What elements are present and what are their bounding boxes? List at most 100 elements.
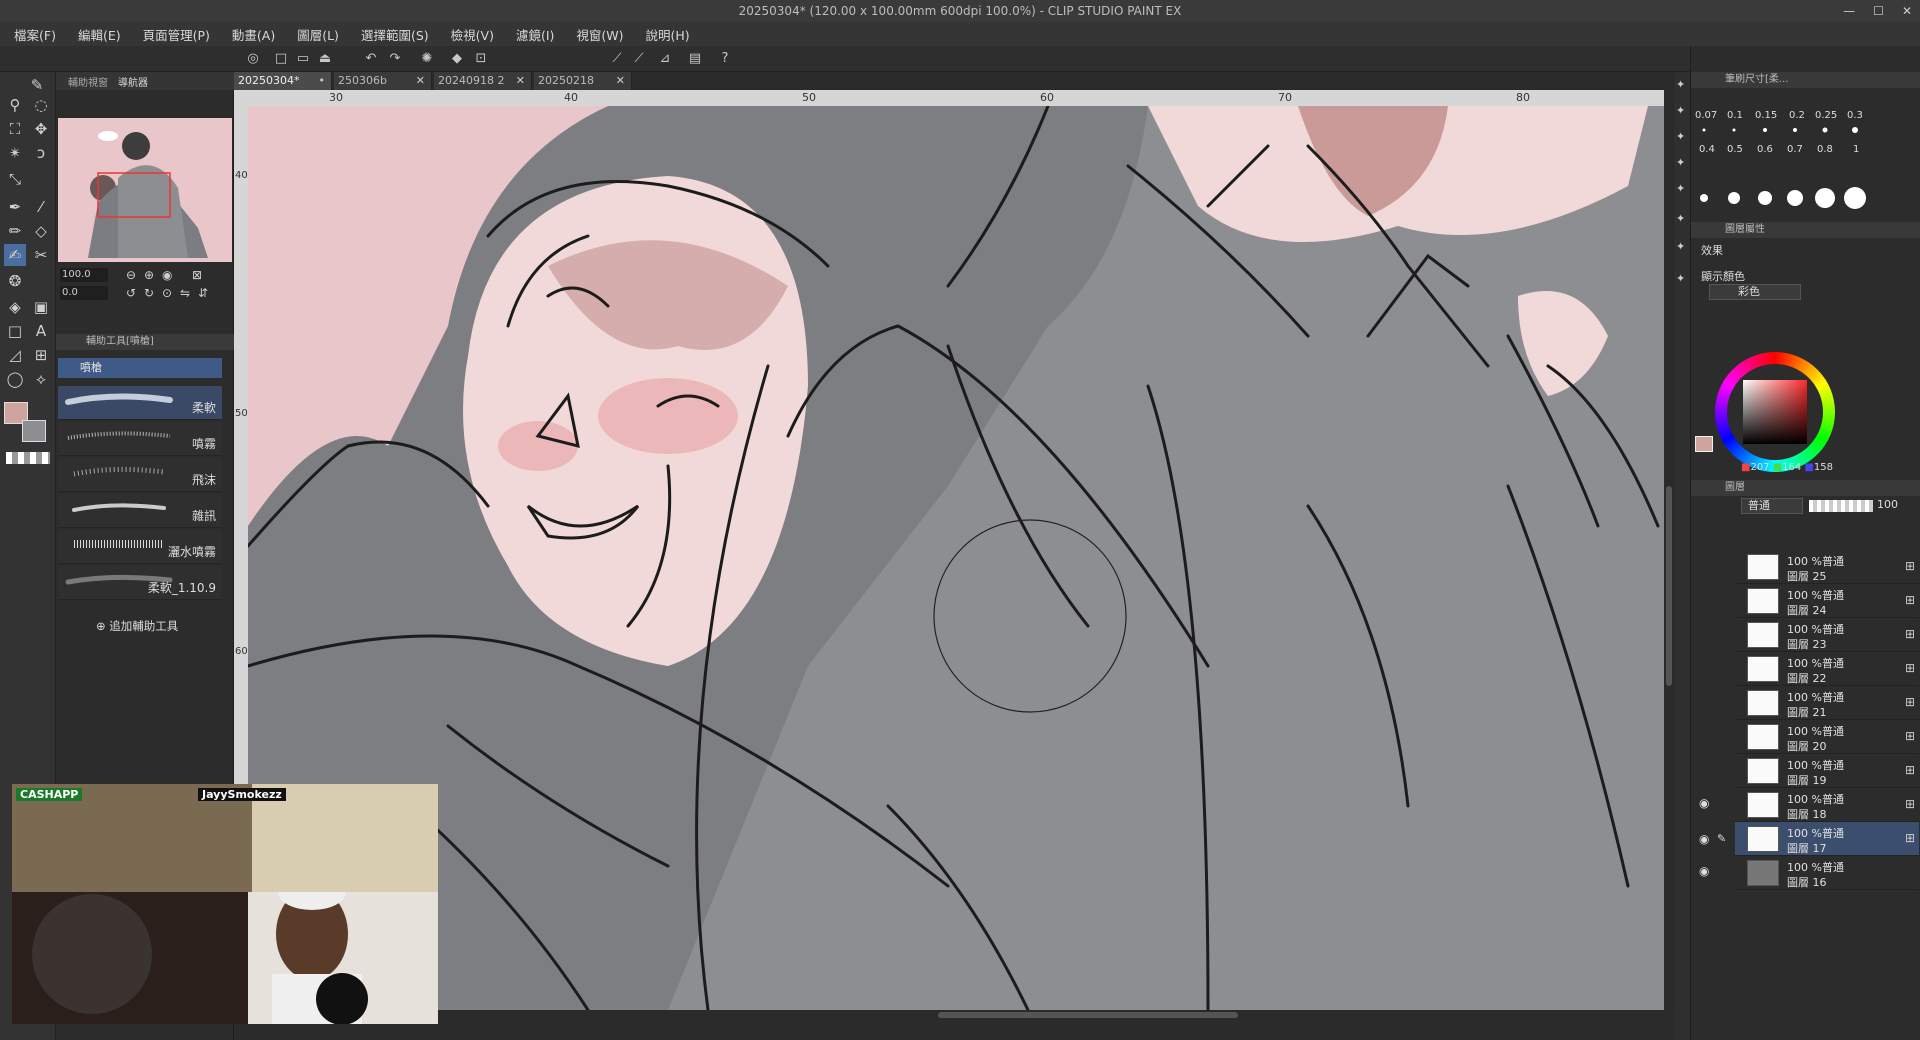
undo-icon[interactable]: ↶: [362, 50, 380, 68]
maximize-button[interactable]: ☐: [1873, 4, 1884, 18]
eraser-icon[interactable]: ◇: [30, 220, 52, 242]
display-color-select[interactable]: 彩色: [1709, 284, 1801, 300]
brush-noise[interactable]: 雜訊: [58, 494, 222, 528]
layer-item[interactable]: 100 %普通 圖層 23 ⊞: [1735, 618, 1919, 652]
lasso-icon[interactable]: ◌: [30, 94, 52, 116]
palette-icon[interactable]: ✦: [1676, 212, 1685, 225]
layer-item[interactable]: 100 %普通 圖層 18 ⊞: [1735, 788, 1919, 822]
settings-icon[interactable]: ▤: [686, 50, 704, 68]
menu-window[interactable]: 視窗(W): [576, 25, 623, 44]
horizontal-scrollbar[interactable]: [248, 1010, 1664, 1020]
current-color-swatch[interactable]: [1695, 436, 1713, 452]
layer-item[interactable]: 100 %普通 圖層 22 ⊞: [1735, 652, 1919, 686]
color-wheel[interactable]: [1715, 352, 1835, 472]
brush-splash[interactable]: 飛沫: [58, 458, 222, 492]
frame-icon[interactable]: ◿: [4, 344, 26, 366]
help-icon[interactable]: ?: [716, 50, 734, 68]
tab-20240918-2[interactable]: 20240918 2 ✕: [434, 72, 532, 90]
tab-20250218[interactable]: 20250218 ✕: [534, 72, 632, 90]
snap-special-ruler-icon[interactable]: ⟋: [630, 50, 648, 68]
vertical-scrollbar[interactable]: [1664, 106, 1674, 1010]
palette-icon[interactable]: ✦: [1676, 156, 1685, 169]
subtool-group-airbrush[interactable]: 噴槍: [58, 358, 222, 378]
zoom-out-icon[interactable]: ⊖: [126, 268, 136, 282]
visibility-eye-icon[interactable]: ◉: [1699, 796, 1709, 810]
pen-tool-icon[interactable]: ✎: [26, 74, 48, 96]
magic-wand-icon[interactable]: ✴: [4, 142, 26, 164]
eyedropper-icon[interactable]: ⤡: [4, 168, 26, 190]
close-tab-icon[interactable]: ✕: [416, 72, 425, 90]
scrollbar-thumb[interactable]: [938, 1012, 1238, 1018]
menu-animation[interactable]: 動畫(A): [232, 25, 275, 44]
opacity-slider[interactable]: [1809, 500, 1873, 512]
add-subtool-button[interactable]: ⊕ 追加輔助工具: [96, 618, 178, 634]
color-square[interactable]: [1743, 380, 1807, 444]
brush-spray[interactable]: 噴霧: [58, 422, 222, 456]
tab-sub-view[interactable]: 輔助視窗: [68, 74, 108, 89]
redo-icon[interactable]: ↷: [386, 50, 404, 68]
zoom-in-icon[interactable]: ⊕: [144, 268, 154, 282]
zoom-icon[interactable]: ⚲: [4, 94, 26, 116]
new-file-icon[interactable]: □: [272, 50, 290, 68]
fit-icon[interactable]: ◉: [162, 268, 172, 282]
transparent-color-swatch[interactable]: [6, 452, 50, 464]
snap-grid-icon[interactable]: ⊿: [656, 50, 674, 68]
close-button[interactable]: ✕: [1902, 4, 1912, 18]
layer-item[interactable]: 100 %普通 圖層 25 ⊞: [1735, 550, 1919, 584]
fill-bucket-icon[interactable]: ◈: [4, 296, 26, 318]
palette-icon[interactable]: ✦: [1676, 104, 1685, 117]
menu-page[interactable]: 頁面管理(P): [143, 25, 210, 44]
palette-icon[interactable]: ✦: [1676, 78, 1685, 91]
clip-studio-icon[interactable]: ◎: [244, 50, 262, 68]
fill-icon[interactable]: ◆: [448, 50, 466, 68]
transform-icon[interactable]: ⊡: [472, 50, 490, 68]
layer-item[interactable]: 100 %普通 圖層 24 ⊞: [1735, 584, 1919, 618]
visibility-eye-icon[interactable]: ◉: [1699, 864, 1709, 878]
palette-icon[interactable]: ✦: [1676, 130, 1685, 143]
blend-mode-select[interactable]: 普通: [1741, 498, 1803, 514]
decoration-icon[interactable]: ❂: [4, 270, 26, 292]
drawing-canvas[interactable]: [248, 106, 1664, 1010]
tab-20250304[interactable]: 20250304* •: [234, 72, 332, 90]
full-view-icon[interactable]: ⊠: [192, 268, 202, 282]
tab-250306b[interactable]: 250306b ✕: [334, 72, 432, 90]
reset-rotate-icon[interactable]: ⊙: [162, 286, 172, 300]
snap-ruler-icon[interactable]: ⟋: [608, 50, 626, 68]
gradient-icon[interactable]: ▣: [30, 296, 52, 318]
pencil-icon[interactable]: ✏: [4, 220, 26, 242]
airbrush-icon[interactable]: ✍: [4, 244, 26, 266]
close-tab-icon[interactable]: ✕: [616, 72, 625, 90]
scrollbar-thumb[interactable]: [1666, 486, 1672, 686]
layer-item[interactable]: 100 %普通 圖層 19 ⊞: [1735, 754, 1919, 788]
brush-soft-1109[interactable]: 柔軟_1.10.9: [58, 566, 222, 600]
layer-item-selected[interactable]: 100 %普通 圖層 17 ⊞: [1735, 822, 1919, 856]
palette-icon[interactable]: ✦: [1676, 240, 1685, 253]
ruler-icon[interactable]: ⊞: [30, 344, 52, 366]
tab-navigator[interactable]: 導航器: [118, 74, 148, 89]
brush-water-spray[interactable]: 灑水噴霧: [58, 530, 222, 564]
menu-selection[interactable]: 選擇範圍(S): [361, 25, 429, 44]
menu-filter[interactable]: 濾鏡(I): [516, 25, 554, 44]
layer-item[interactable]: 100 %普通 圖層 21 ⊞: [1735, 686, 1919, 720]
opacity-value[interactable]: 100: [1877, 498, 1898, 511]
figure-icon[interactable]: □: [4, 320, 26, 342]
menu-file[interactable]: 檔案(F): [14, 25, 56, 44]
menu-layer[interactable]: 圖層(L): [297, 25, 339, 44]
visibility-eye-icon[interactable]: ◉: [1699, 832, 1709, 846]
correct-line-icon[interactable]: ⟡: [30, 368, 52, 390]
menu-view[interactable]: 檢視(V): [451, 25, 494, 44]
open-file-icon[interactable]: ▭: [294, 50, 312, 68]
menu-help[interactable]: 說明(H): [646, 25, 690, 44]
palette-icon[interactable]: ✦: [1676, 272, 1685, 285]
blend-icon[interactable]: ✂: [30, 244, 52, 266]
sub-color-swatch[interactable]: [22, 420, 46, 442]
move-icon[interactable]: ✥: [30, 118, 52, 140]
menu-edit[interactable]: 編輯(E): [78, 25, 121, 44]
text-icon[interactable]: A: [30, 320, 52, 342]
flip-h-icon[interactable]: ⇋: [180, 286, 190, 300]
minimize-button[interactable]: —: [1843, 4, 1855, 18]
rotate-value-field[interactable]: 0.0: [60, 286, 108, 300]
object-select-icon[interactable]: ⛶: [4, 118, 26, 140]
rotate-right-icon[interactable]: ↻: [144, 286, 154, 300]
close-tab-icon[interactable]: ✕: [516, 72, 525, 90]
